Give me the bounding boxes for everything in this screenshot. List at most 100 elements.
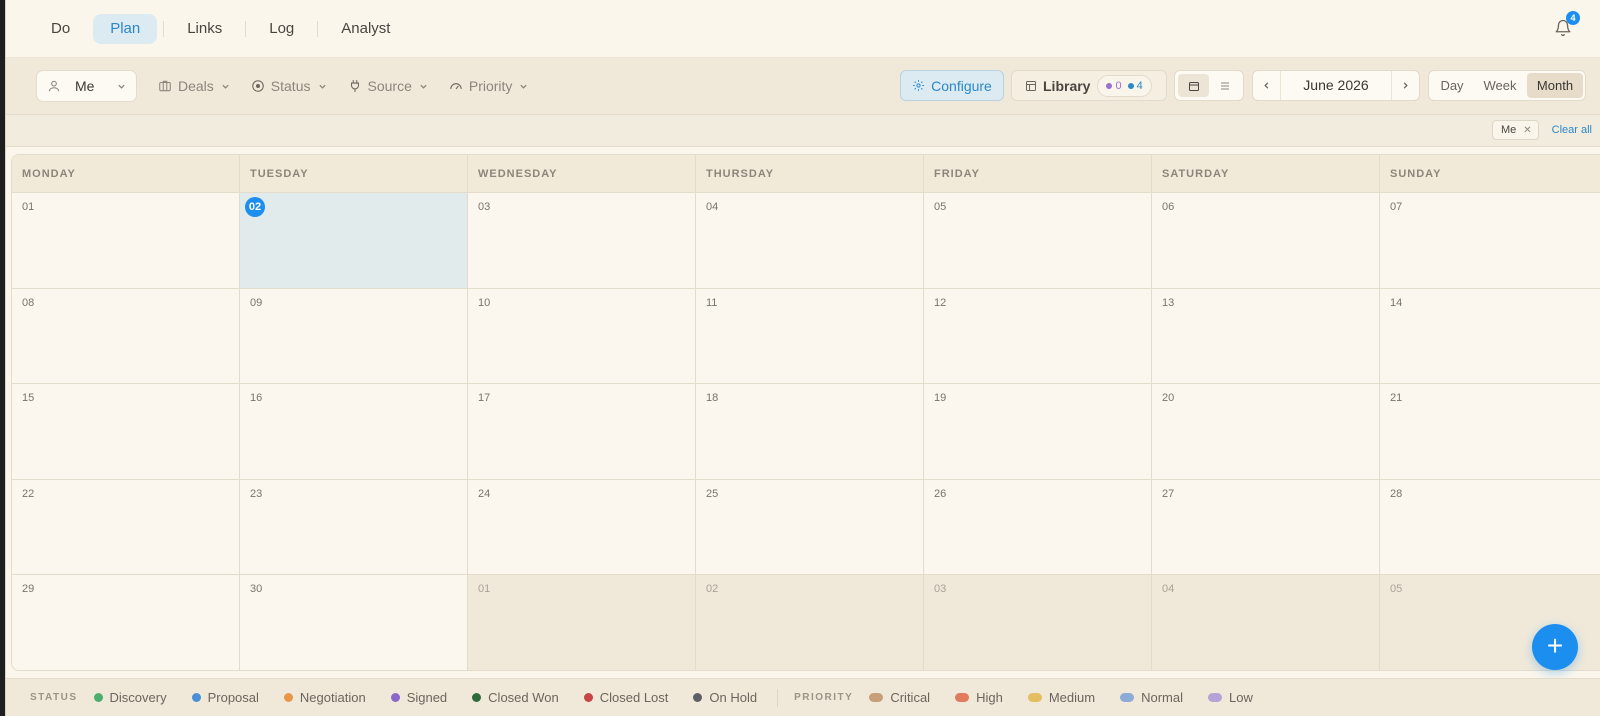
tab-links[interactable]: Links [170, 14, 239, 44]
day-cell-next-month[interactable]: 03 [924, 575, 1152, 670]
range-month-button[interactable]: Month [1527, 73, 1583, 98]
tab-do[interactable]: Do [34, 14, 87, 44]
gauge-icon [450, 83, 462, 90]
chevron-down-icon [318, 84, 326, 89]
month-label[interactable]: June 2026 [1280, 71, 1392, 100]
day-number: 27 [1162, 487, 1175, 500]
day-cell[interactable]: 14 [1380, 288, 1600, 384]
day-number: 20 [1162, 392, 1175, 405]
day-cell[interactable]: 15 [12, 384, 240, 479]
day-cell[interactable]: 08 [12, 288, 240, 384]
chevron-left-icon [1264, 82, 1269, 89]
day-cell[interactable]: 28 [1380, 479, 1600, 575]
list-view-button[interactable] [1209, 74, 1240, 97]
day-number: 16 [250, 392, 263, 405]
legend-item: Discovery [93, 690, 167, 705]
day-cell[interactable]: 16 [240, 384, 468, 479]
day-cell[interactable]: 23 [240, 479, 468, 575]
day-number: 11 [706, 296, 718, 309]
filter-chip-me[interactable]: Me ✕ [1492, 120, 1539, 140]
legend-item: Normal [1120, 690, 1183, 705]
day-cell[interactable]: 03 [468, 193, 696, 288]
day-cell[interactable]: 06 [1152, 193, 1380, 288]
day-number: 05 [934, 201, 947, 213]
close-icon[interactable]: ✕ [1523, 125, 1531, 136]
library-button[interactable]: Library 0 4 [1011, 70, 1167, 101]
tab-plan[interactable]: Plan [93, 13, 158, 44]
day-cell[interactable]: 20 [1152, 384, 1380, 479]
day-cell[interactable]: 01 [12, 193, 240, 288]
day-cell-today[interactable]: 02 [240, 193, 468, 288]
day-number: 06 [1162, 201, 1175, 213]
month-calendar: MONDAY TUESDAY WEDNESDAY THURSDAY FRIDAY… [11, 154, 1600, 671]
app-window: Do Plan Links Log Analyst 4 Me Deals Sta [5, 0, 1600, 716]
tab-analyst[interactable]: Analyst [324, 14, 407, 44]
day-cell[interactable]: 25 [696, 479, 924, 575]
week-row: 01 02 03 04 05 06 07 [12, 193, 1600, 289]
add-event-button[interactable]: + [1532, 624, 1578, 670]
day-cell[interactable]: 07 [1380, 193, 1600, 288]
library-icon [1026, 80, 1036, 91]
legend-item: Signed [390, 690, 447, 705]
day-cell[interactable]: 30 [240, 575, 468, 670]
toolbar-right: Configure Library 0 4 June 2026 Day Week… [900, 70, 1586, 101]
day-cell-next-month[interactable]: 04 [1152, 575, 1380, 670]
day-number: 21 [1390, 392, 1403, 405]
day-cell[interactable]: 10 [468, 288, 696, 384]
day-cell[interactable]: 21 [1380, 384, 1600, 479]
day-number: 07 [1390, 201, 1403, 213]
day-cell[interactable]: 27 [1152, 479, 1380, 575]
prev-month-button[interactable] [1253, 71, 1280, 100]
clear-all-link[interactable]: Clear all [1552, 124, 1592, 136]
day-number: 03 [478, 201, 491, 213]
filter-status[interactable]: Status [251, 70, 327, 102]
tab-log[interactable]: Log [252, 14, 311, 44]
day-cell[interactable]: 17 [468, 384, 696, 479]
filter-priority[interactable]: Priority [449, 70, 529, 102]
weekday-wednesday: WEDNESDAY [468, 155, 696, 192]
day-cell[interactable]: 04 [696, 193, 924, 288]
day-cell[interactable]: 13 [1152, 288, 1380, 384]
chevron-down-icon [118, 84, 125, 89]
owner-select[interactable]: Me [36, 70, 137, 102]
calendar-view-button[interactable] [1178, 74, 1209, 97]
day-number: 25 [706, 487, 719, 500]
day-cell[interactable]: 18 [696, 384, 924, 479]
week-row: 15 16 17 18 19 20 21 [12, 384, 1600, 480]
weekday-saturday: SATURDAY [1152, 155, 1380, 192]
day-number: 19 [934, 392, 947, 405]
filter-chip-label: Me [1501, 124, 1517, 136]
day-number: 29 [22, 583, 35, 596]
day-cell[interactable]: 11 [696, 288, 924, 384]
day-cell[interactable]: 26 [924, 479, 1152, 575]
toolbar: Me Deals Status Source Priority Configur… [6, 58, 1600, 115]
range-day-button[interactable]: Day [1431, 73, 1473, 98]
day-number: 08 [22, 296, 35, 309]
day-number: 18 [706, 392, 719, 405]
day-cell-next-month[interactable]: 02 [696, 575, 924, 670]
configure-button[interactable]: Configure [900, 70, 1004, 101]
view-toggle [1174, 70, 1244, 101]
range-week-button[interactable]: Week [1473, 73, 1527, 98]
day-cell[interactable]: 24 [468, 479, 696, 575]
legend-item: On Hold [693, 690, 757, 705]
filter-source[interactable]: Source [348, 70, 428, 102]
notifications-button[interactable]: 4 [1554, 11, 1580, 41]
filter-deals[interactable]: Deals [158, 70, 230, 102]
plus-icon: + [1546, 630, 1564, 661]
week-row: 22 23 24 25 26 27 28 [12, 479, 1600, 576]
user-icon [48, 80, 60, 92]
day-cell[interactable]: 29 [12, 575, 240, 670]
day-cell[interactable]: 12 [924, 288, 1152, 384]
next-month-button[interactable] [1392, 71, 1419, 100]
day-cell-next-month[interactable]: 01 [468, 575, 696, 670]
day-cell[interactable]: 05 [924, 193, 1152, 288]
week-row: 29 30 01 02 03 04 05 [12, 575, 1600, 670]
status-icon [252, 80, 264, 92]
week-row: 08 09 10 11 12 13 14 [12, 288, 1600, 385]
day-cell[interactable]: 09 [240, 288, 468, 384]
day-cell[interactable]: 22 [12, 479, 240, 575]
plug-icon [350, 80, 359, 92]
weekday-thursday: THURSDAY [696, 155, 924, 192]
day-cell[interactable]: 19 [924, 384, 1152, 479]
